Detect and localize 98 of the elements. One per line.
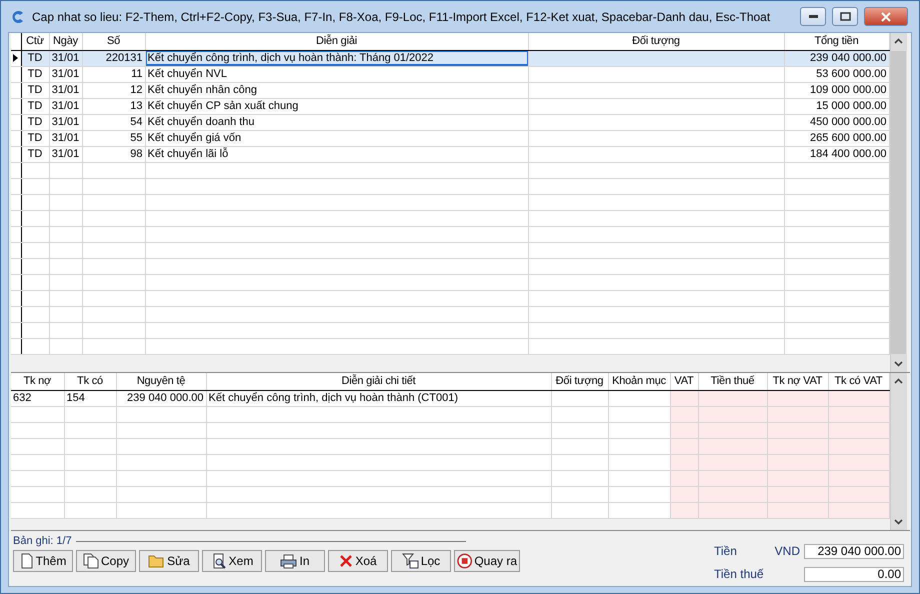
total-label: Tiền thuế	[714, 567, 764, 581]
maximize-icon	[840, 12, 850, 21]
table-cell: 220131	[82, 50, 145, 66]
table-cell: TD	[21, 50, 49, 66]
total-label: Tiền	[714, 544, 738, 558]
table-cell: 31/01	[49, 98, 82, 114]
table-cell: 11	[82, 66, 145, 82]
copy-button[interactable]: Copy	[76, 550, 136, 572]
currency-label: VND	[774, 544, 801, 558]
scroll-up-icon[interactable]	[894, 38, 903, 44]
grid-row[interactable]: TD 31/01 55 Kết chuyển giá vốn 265 600 000.00	[11, 130, 889, 146]
document-icon	[20, 553, 34, 569]
grid-row[interactable]: TD 31/01 54 Kết chuyển doanh thu 450 000 000.00	[11, 114, 889, 130]
table-cell: TD	[21, 82, 49, 98]
table-cell: Kết chuyển giá vốn	[145, 130, 528, 146]
table-cell: 450 000 000.00	[784, 114, 889, 130]
minimize-icon	[808, 15, 818, 18]
edit-button[interactable]: Sửa	[139, 550, 199, 572]
table-cell: 31/01	[49, 146, 82, 162]
column-header[interactable]: Tiền thuế	[698, 373, 767, 390]
view-button[interactable]: Xem	[202, 550, 262, 572]
maximize-button[interactable]	[832, 7, 858, 26]
close-button[interactable]	[864, 7, 908, 26]
total-field: 0.00	[804, 566, 904, 582]
table-cell: 239 040 000.00	[784, 50, 889, 66]
scroll-down-icon[interactable]	[894, 519, 903, 525]
column-header[interactable]: Ctừ	[21, 33, 49, 50]
column-header[interactable]: Diễn giải chi tiết	[206, 373, 551, 390]
table-cell: 55	[82, 130, 145, 146]
grid-row[interactable]: TD 31/01 98 Kết chuyển lãi lỗ 184 400 000.00	[11, 146, 889, 162]
table-cell: Kết chuyển nhân công	[145, 82, 528, 98]
column-header[interactable]: Tk có	[64, 373, 116, 390]
table-cell: 31/01	[49, 82, 82, 98]
table-cell: 632	[11, 390, 64, 406]
table-cell: Kết chuyển công trình, dịch vụ hoàn thành (CT001)	[206, 390, 551, 406]
grid-row[interactable]: TD 31/01 220131 Kết chuyển công trình, dịch vụ hoàn thành: Tháng 01/2022 239 040 000.00	[11, 50, 889, 66]
grid-row[interactable]: TD 31/01 11 Kết chuyển NVL 53 600 000.00	[11, 66, 889, 82]
column-header[interactable]: Ngày	[49, 33, 82, 50]
vertical-scrollbar[interactable]	[890, 373, 906, 530]
new-button[interactable]: Thêm	[13, 550, 73, 572]
table-cell: 31/01	[49, 114, 82, 130]
table-cell: 109 000 000.00	[784, 82, 889, 98]
delete-button[interactable]: Xoá	[328, 550, 388, 572]
table-cell: TD	[21, 114, 49, 130]
funnel-list-icon	[402, 553, 419, 569]
table-cell: 154	[64, 390, 116, 406]
column-header[interactable]: Tk nợ	[11, 373, 64, 390]
print-button[interactable]: In	[265, 550, 325, 572]
table-cell: Kết chuyển doanh thu	[145, 114, 528, 130]
magnifier-document-icon	[210, 553, 227, 569]
cross-icon	[339, 554, 354, 568]
table-cell: Kết chuyển NVL	[145, 66, 528, 82]
table-cell: 15 000 000.00	[784, 98, 889, 114]
table-cell: TD	[21, 66, 49, 82]
table-cell: 54	[82, 114, 145, 130]
column-header[interactable]: Đối tượng	[551, 373, 608, 390]
column-header[interactable]: Khoản mục	[608, 373, 670, 390]
stop-icon	[457, 553, 472, 569]
vertical-scrollbar[interactable]	[890, 33, 906, 372]
table-cell: 31/01	[49, 130, 82, 146]
table-cell: 239 040 000.00	[116, 390, 206, 406]
table-cell: 31/01	[49, 50, 82, 66]
grid-row[interactable]: TD 31/01 13 Kết chuyển CP sản xuất chung 15 000 000.00	[11, 98, 889, 114]
column-header[interactable]: Nguyên tệ	[116, 373, 206, 390]
table-cell: 31/01	[49, 66, 82, 82]
column-header[interactable]: Đối tượng	[528, 33, 784, 50]
minimize-button[interactable]	[800, 7, 826, 26]
total-field: 239 040 000.00	[804, 544, 904, 558]
table-cell: 265 600 000.00	[784, 130, 889, 146]
table-cell: 53 600 000.00	[784, 66, 889, 82]
filter-button[interactable]: Lọc	[391, 550, 451, 572]
table-cell: Kết chuyển lãi lỗ	[145, 146, 528, 162]
table-cell: 12	[82, 82, 145, 98]
column-header[interactable]: Diễn giải	[145, 33, 528, 50]
scroll-up-icon[interactable]	[894, 378, 903, 384]
printer-icon	[280, 554, 298, 568]
record-counter: Bản ghi: 1/7	[13, 535, 72, 547]
table-cell: TD	[21, 130, 49, 146]
folder-icon	[148, 554, 166, 568]
table-cell: TD	[21, 146, 49, 162]
close-icon	[881, 12, 891, 22]
exit-button[interactable]: Quay ra	[454, 550, 520, 572]
documents-icon	[82, 553, 99, 569]
scroll-down-icon[interactable]	[894, 361, 903, 367]
column-header[interactable]: Tổng tiền	[784, 33, 889, 50]
row-pointer-icon	[13, 54, 18, 62]
table-cell: TD	[21, 98, 49, 114]
window-title: Cap nhat so lieu: F2-Them, Ctrl+F2-Copy, F3-Sua, F7-In, F8-Xoa, F9-Loc, F11-Import Excel, F12-Ket xuat, Spacebar-Danh dau, Esc-Thoat	[32, 10, 772, 24]
column-header[interactable]: VAT	[670, 373, 698, 390]
column-header[interactable]: Tk nợ VAT	[767, 373, 828, 390]
column-header[interactable]: Tk có VAT	[828, 373, 889, 390]
table-cell: Kết chuyển công trình, dịch vụ hoàn thành: Tháng 01/2022	[145, 50, 528, 66]
table-cell: Kết chuyển CP sản xuất chung	[145, 98, 528, 114]
table-cell: 184 400 000.00	[784, 146, 889, 162]
column-header[interactable]: Số	[82, 33, 145, 50]
table-cell: 98	[82, 146, 145, 162]
grid-row[interactable]: TD 31/01 12 Kết chuyển nhân công 109 000 000.00	[11, 82, 889, 98]
table-cell: 13	[82, 98, 145, 114]
